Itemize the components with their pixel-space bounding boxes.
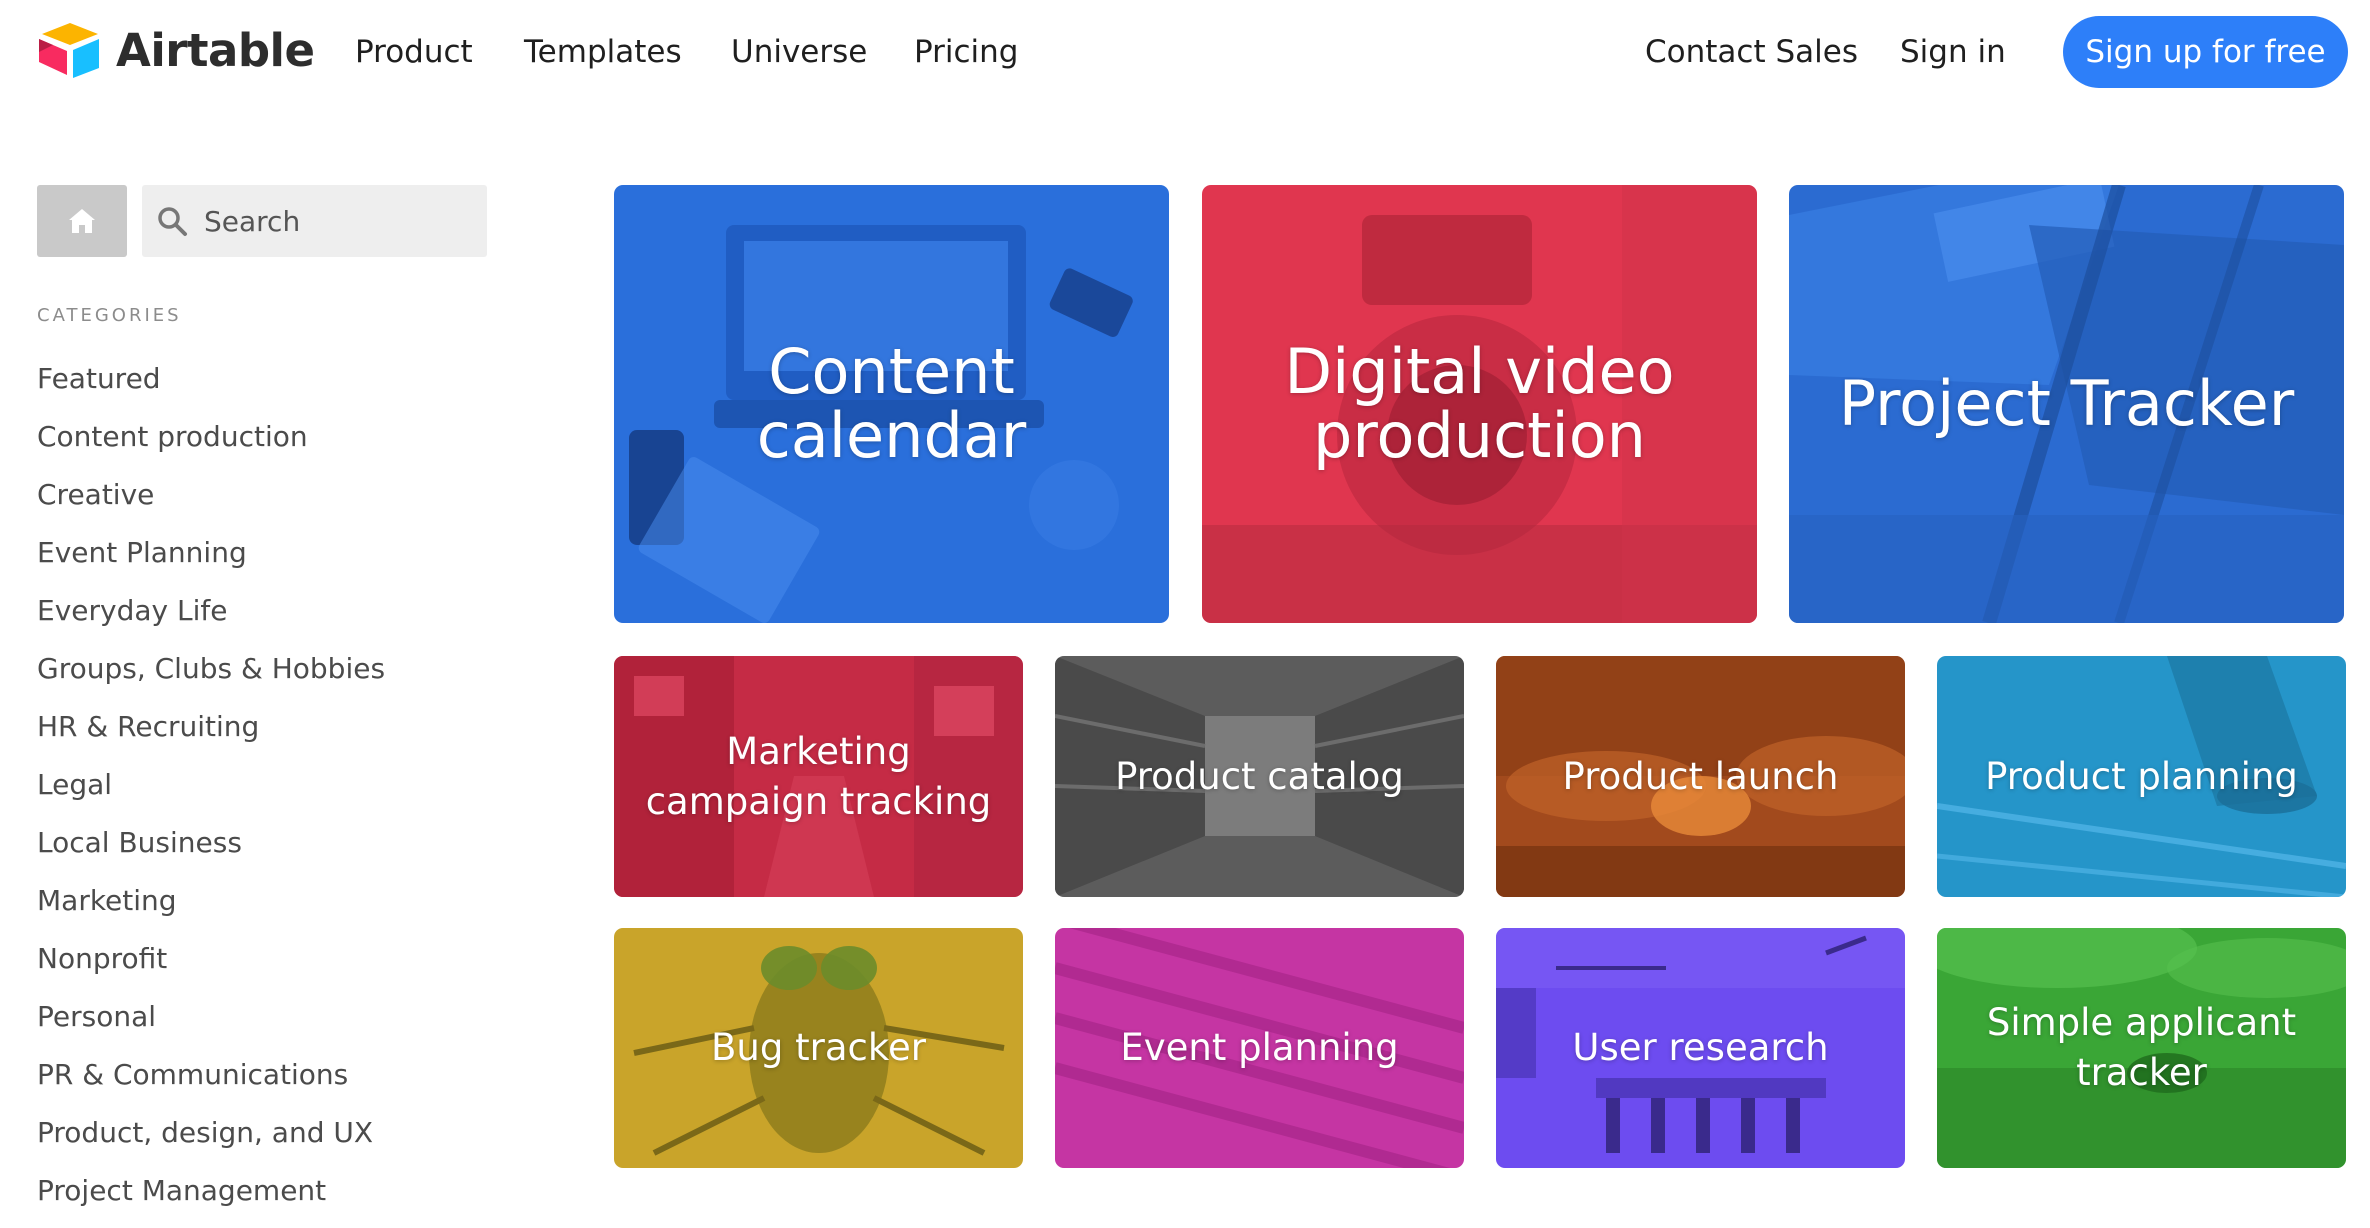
category-item[interactable]: Product, design, and UX (37, 1112, 385, 1170)
card-title: Project Tracker (1838, 367, 2295, 440)
category-item[interactable]: PR & Communications (37, 1054, 385, 1112)
card-title: Product launch (1562, 754, 1839, 798)
category-item[interactable]: Local Business (37, 822, 385, 880)
template-card-simple-applicant-tracker[interactable]: Simple applicant tracker (1937, 928, 2346, 1168)
category-item[interactable]: Groups, Clubs & Hobbies (37, 648, 385, 706)
template-card-content-calendar[interactable]: Content calendar (614, 185, 1169, 623)
category-list: Featured Content production Creative Eve… (37, 358, 385, 1228)
template-card-bug-tracker[interactable]: Bug tracker (614, 928, 1023, 1168)
category-item[interactable]: Legal (37, 764, 385, 822)
template-card-event-planning[interactable]: Event planning (1055, 928, 1464, 1168)
card-title: Content calendar (756, 335, 1027, 472)
card-title: Event planning (1120, 1026, 1399, 1069)
template-card-product-launch[interactable]: Product launch (1496, 656, 1905, 897)
category-item[interactable]: Everyday Life (37, 590, 385, 648)
category-item[interactable]: Nonprofit (37, 938, 385, 996)
home-button[interactable] (37, 185, 127, 257)
nav-templates[interactable]: Templates (524, 32, 682, 72)
card-title: User research (1572, 1026, 1829, 1069)
nav-product[interactable]: Product (355, 32, 473, 72)
airtable-logo[interactable]: Airtable (36, 20, 315, 80)
category-item[interactable]: Personal (37, 996, 385, 1054)
template-card-product-planning[interactable]: Product planning (1937, 656, 2346, 897)
search-box[interactable] (142, 185, 487, 257)
contact-sales-link[interactable]: Contact Sales (1645, 32, 1858, 72)
category-item[interactable]: Marketing (37, 880, 385, 938)
category-item[interactable]: Project Management (37, 1170, 385, 1228)
search-input[interactable] (204, 204, 474, 238)
sign-up-button[interactable]: Sign up for free (2063, 16, 2348, 88)
category-item[interactable]: HR & Recruiting (37, 706, 385, 764)
template-card-product-catalog[interactable]: Product catalog (1055, 656, 1464, 897)
card-title: Marketing campaign tracking (645, 729, 992, 823)
card-title: Bug tracker (711, 1026, 926, 1069)
search-icon (158, 207, 187, 236)
template-card-digital-video-production[interactable]: Digital video production (1202, 185, 1757, 623)
nav-pricing[interactable]: Pricing (914, 32, 1019, 72)
template-card-project-tracker[interactable]: Project Tracker (1789, 185, 2344, 623)
card-title: Product planning (1985, 754, 2298, 798)
sign-in-link[interactable]: Sign in (1900, 32, 2006, 72)
card-title: Digital video production (1284, 335, 1675, 472)
top-navigation-bar: Airtable Product Templates Universe Pric… (0, 0, 2370, 104)
card-title: Product catalog (1115, 754, 1404, 798)
card-title: Simple applicant tracker (1986, 1001, 2297, 1094)
category-item[interactable]: Creative (37, 474, 385, 532)
category-item[interactable]: Content production (37, 416, 385, 474)
home-icon (69, 209, 95, 233)
category-item[interactable]: Event Planning (37, 532, 385, 590)
categories-heading: CATEGORIES (37, 305, 182, 326)
logo-wordmark: Airtable (116, 23, 315, 77)
nav-universe[interactable]: Universe (731, 32, 867, 72)
template-card-user-research[interactable]: User research (1496, 928, 1905, 1168)
template-card-marketing-campaign-tracking[interactable]: Marketing campaign tracking (614, 656, 1023, 897)
airtable-logo-icon (39, 23, 99, 78)
category-item[interactable]: Featured (37, 358, 385, 416)
